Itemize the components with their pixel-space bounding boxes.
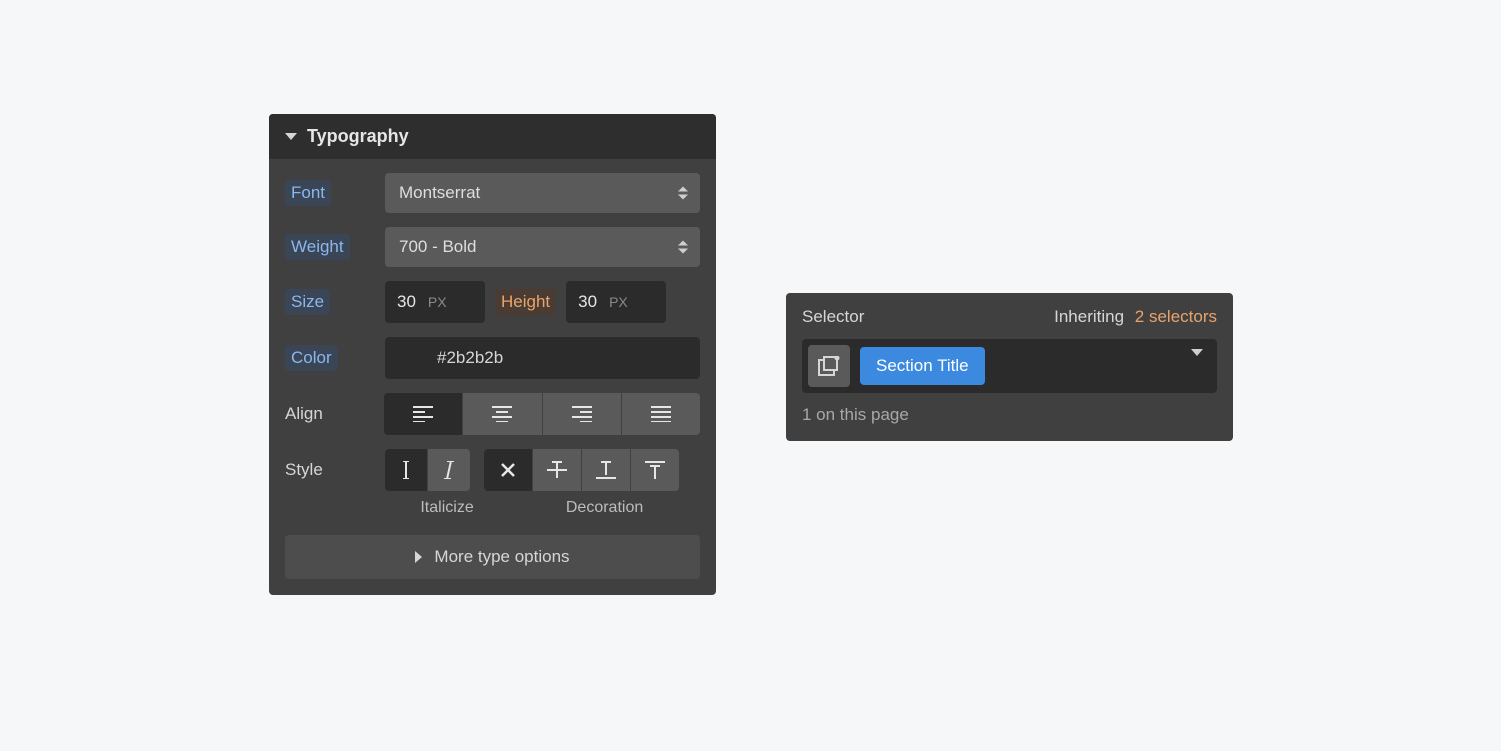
selector-header: Selector Inheriting 2 selectors [802, 307, 1217, 327]
italicize-sublabel: Italicize [385, 499, 509, 517]
style-row: Style [285, 449, 700, 491]
overline-button[interactable] [631, 449, 679, 491]
selector-panel: Selector Inheriting 2 selectors Section … [786, 293, 1233, 441]
color-swatch[interactable] [388, 340, 424, 376]
color-input[interactable]: #2b2b2b [385, 337, 700, 379]
collapse-icon [285, 133, 297, 140]
more-label: More type options [434, 547, 569, 567]
height-value: 30 [566, 292, 609, 312]
style-label: Style [285, 460, 323, 479]
align-justify-icon [651, 406, 671, 422]
underline-button[interactable] [582, 449, 631, 491]
inheriting-count[interactable]: 2 selectors [1135, 307, 1217, 326]
panel-title: Typography [307, 126, 409, 147]
weight-value: 700 - Bold [399, 237, 477, 257]
align-left-button[interactable] [384, 393, 463, 435]
size-input[interactable]: 30 PX [385, 281, 485, 323]
italic-off-button[interactable] [385, 449, 428, 491]
italic-on-button[interactable] [428, 449, 470, 491]
size-value: 30 [385, 292, 428, 312]
style-sublabels: Italicize Decoration [385, 499, 700, 517]
align-right-button[interactable] [543, 393, 622, 435]
height-input[interactable]: 30 PX [566, 281, 666, 323]
inheriting-label: Inheriting [1054, 307, 1124, 326]
align-group [384, 393, 700, 435]
upright-icon [399, 461, 413, 479]
selector-target-icon [818, 356, 840, 376]
color-label: Color [285, 345, 338, 371]
italic-icon [442, 461, 456, 479]
font-row: Font Montserrat [285, 173, 700, 213]
align-center-button[interactable] [463, 393, 542, 435]
selector-label: Selector [802, 307, 864, 327]
underline-icon [596, 461, 616, 479]
typography-header[interactable]: Typography [269, 114, 716, 159]
align-right-icon [572, 406, 592, 422]
align-justify-button[interactable] [622, 393, 700, 435]
typography-body: Font Montserrat Weight 700 - Bold Size 3… [269, 159, 716, 595]
x-icon [500, 462, 516, 478]
size-unit: PX [428, 294, 461, 310]
align-label: Align [285, 404, 323, 423]
weight-label: Weight [285, 234, 350, 260]
weight-row: Weight 700 - Bold [285, 227, 700, 267]
font-select[interactable]: Montserrat [385, 173, 700, 213]
selector-tag[interactable]: Section Title [860, 347, 985, 385]
font-label: Font [285, 180, 331, 206]
more-type-options-button[interactable]: More type options [285, 535, 700, 579]
weight-select[interactable]: 700 - Bold [385, 227, 700, 267]
size-label: Size [285, 289, 330, 315]
align-row: Align [285, 393, 700, 435]
selector-input[interactable]: Section Title [802, 339, 1217, 393]
color-row: Color #2b2b2b [285, 337, 700, 379]
expand-icon [415, 551, 422, 563]
align-center-icon [492, 406, 512, 422]
typography-panel: Typography Font Montserrat Weight 700 - … [269, 114, 716, 595]
parent-selector-button[interactable] [808, 345, 850, 387]
strikethrough-button[interactable] [533, 449, 582, 491]
strikethrough-icon [547, 461, 567, 479]
selector-page-count: 1 on this page [802, 405, 1217, 425]
size-row: Size 30 PX Height 30 PX [285, 281, 700, 323]
decoration-group [484, 449, 679, 491]
selector-dropdown-icon[interactable] [1191, 356, 1203, 376]
height-unit: PX [609, 294, 642, 310]
color-value: #2b2b2b [427, 348, 503, 368]
overline-icon [645, 461, 665, 479]
select-caret-icon [678, 241, 688, 254]
align-left-icon [413, 406, 433, 422]
select-caret-icon [678, 187, 688, 200]
italicize-group [385, 449, 470, 491]
font-value: Montserrat [399, 183, 480, 203]
decoration-sublabel: Decoration [509, 499, 700, 517]
decoration-none-button[interactable] [484, 449, 533, 491]
height-label: Height [495, 289, 556, 315]
